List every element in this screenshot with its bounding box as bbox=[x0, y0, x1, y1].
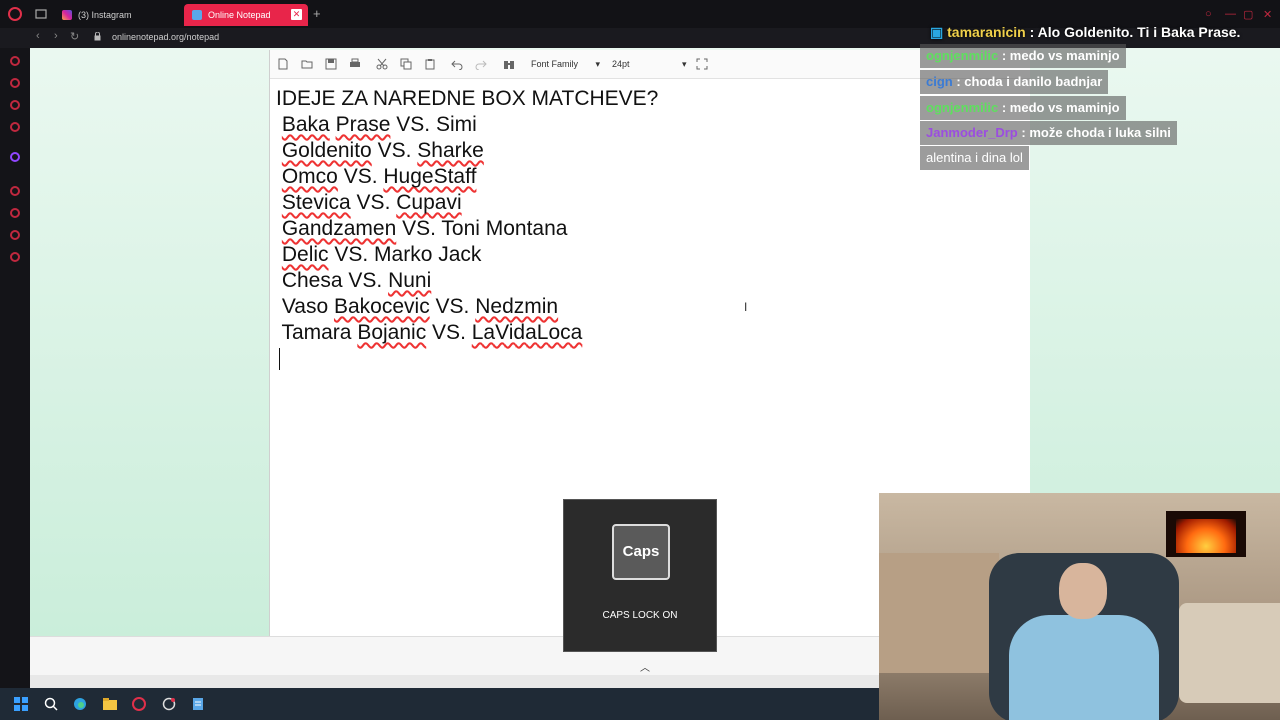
text-cursor-line bbox=[276, 346, 1016, 372]
font-size-select[interactable]: 24pt ▾ bbox=[612, 59, 687, 70]
chat-user: tamaranicin bbox=[947, 24, 1026, 40]
text-line: Baka Prase VS. Simi bbox=[281, 113, 477, 136]
tab-label: Online Notepad bbox=[208, 10, 271, 20]
search-icon[interactable]: ○ bbox=[1205, 8, 1212, 20]
tab-instagram[interactable]: (3) Instagram bbox=[54, 4, 182, 26]
opera-logo-icon[interactable] bbox=[8, 7, 22, 21]
edge-icon[interactable] bbox=[73, 697, 87, 711]
url-field[interactable]: onlinenotepad.org/notepad bbox=[112, 32, 219, 42]
chat-user: cign bbox=[926, 74, 953, 89]
sidebar-settings-icon[interactable] bbox=[10, 252, 20, 262]
text-line: Delic VS. Marko Jack bbox=[281, 243, 482, 266]
redo-icon[interactable] bbox=[475, 58, 487, 70]
streamer-body bbox=[1009, 615, 1159, 720]
chat-text: choda i danilo badnjar bbox=[964, 74, 1103, 89]
new-file-icon[interactable] bbox=[277, 58, 289, 70]
save-icon[interactable] bbox=[325, 58, 337, 70]
file-explorer-icon[interactable] bbox=[103, 697, 117, 711]
new-tab-icon[interactable]: + bbox=[313, 7, 321, 20]
chat-user: ognjenmilic bbox=[926, 100, 999, 115]
windows-start-icon[interactable] bbox=[14, 697, 28, 711]
text-line: Stevica VS. Cupavi bbox=[281, 191, 462, 214]
chat-message: alentina i dina lol bbox=[920, 146, 1029, 170]
chat-user: ognjenmilic bbox=[926, 48, 999, 63]
scroll-up-chevron-icon[interactable]: ︿ bbox=[640, 659, 650, 674]
find-icon[interactable] bbox=[503, 58, 515, 70]
chat-message: cign : choda i danilo badnjar bbox=[920, 70, 1109, 94]
chat-text: Alo Goldenito. Ti i Baka Prase. bbox=[1037, 24, 1241, 40]
lock-icon bbox=[94, 32, 101, 41]
text-caret bbox=[279, 348, 280, 371]
ibeam-cursor-icon: I bbox=[744, 300, 748, 314]
text-line: Goldenito VS. Sharke bbox=[281, 139, 484, 162]
browser-sidebar bbox=[0, 48, 30, 688]
chat-text: alentina i dina lol bbox=[926, 150, 1023, 165]
open-file-icon[interactable] bbox=[301, 58, 313, 70]
caps-lock-status: CAPS LOCK ON bbox=[602, 610, 678, 621]
taskbar-search-icon[interactable] bbox=[44, 697, 58, 711]
stream-chat-overlay: ▣ tamaranicin : Alo Goldenito. Ti i Baka… bbox=[920, 20, 1280, 170]
forward-icon[interactable]: › bbox=[54, 30, 58, 42]
caps-key-icon: Caps bbox=[612, 524, 670, 580]
chat-message: Janmoder_Drp : može choda i luka silni bbox=[920, 121, 1177, 145]
opera-gx-icon[interactable] bbox=[162, 697, 176, 711]
fireplace bbox=[1166, 511, 1246, 557]
text-line: Tamara Bojanic VS. LaVidaLoca bbox=[276, 321, 583, 344]
sidebar-downloads-icon[interactable] bbox=[10, 230, 20, 240]
print-icon[interactable] bbox=[349, 58, 361, 70]
editor-text-area[interactable]: IDEJE ZA NAREDNE BOX MATCHEVE? Baka Pras… bbox=[276, 86, 1016, 372]
chat-message: ▣ tamaranicin : Alo Goldenito. Ti i Baka… bbox=[930, 24, 1241, 40]
kitchen-cabinet bbox=[879, 553, 999, 673]
text-line: IDEJE ZA NAREDNE BOX MATCHEVE? bbox=[276, 87, 659, 110]
sidebar-shop-icon[interactable] bbox=[10, 78, 20, 88]
close-tab-icon[interactable]: ✕ bbox=[291, 9, 302, 20]
chat-text: može choda i luka silni bbox=[1029, 125, 1171, 140]
reload-icon[interactable]: ↻ bbox=[70, 30, 79, 43]
text-line: Gandzamen VS. Toni Montana bbox=[281, 217, 568, 240]
fullscreen-icon[interactable] bbox=[696, 58, 708, 70]
undo-icon[interactable] bbox=[451, 58, 463, 70]
editor-toolbar: Font Family ▾ 24pt ▾ bbox=[270, 50, 1030, 79]
chat-text: medo vs maminjo bbox=[1009, 100, 1120, 115]
opera-taskbar-icon[interactable] bbox=[132, 697, 146, 711]
cut-icon[interactable] bbox=[376, 58, 388, 70]
chat-message: ognjenmilic : medo vs maminjo bbox=[920, 96, 1126, 120]
webcam-feed bbox=[879, 493, 1280, 720]
sidebar-whatsapp-icon[interactable] bbox=[10, 122, 20, 132]
horizontal-scrollbar[interactable] bbox=[30, 675, 879, 688]
sidebar-player-icon[interactable] bbox=[10, 186, 20, 196]
copy-icon[interactable] bbox=[400, 58, 412, 70]
font-family-select[interactable]: Font Family ▾ bbox=[531, 59, 600, 70]
sidebar-home-icon[interactable] bbox=[10, 56, 20, 66]
chat-message: ognjenmilic : medo vs maminjo bbox=[920, 44, 1126, 68]
tab-label: (3) Instagram bbox=[78, 10, 132, 20]
streamer-head bbox=[1059, 563, 1107, 619]
minimize-icon[interactable]: — bbox=[1225, 8, 1236, 20]
text-line: Vaso Bakocevic VS. Nedzmin bbox=[276, 295, 559, 318]
notepad-favicon-icon bbox=[192, 10, 202, 20]
tab-online-notepad[interactable]: Online Notepad ✕ bbox=[184, 4, 308, 26]
instagram-icon bbox=[62, 10, 72, 20]
back-icon[interactable]: ‹ bbox=[36, 30, 40, 42]
sidebar-twitch-icon[interactable] bbox=[10, 152, 20, 162]
fire bbox=[1176, 519, 1236, 553]
tv-icon: ▣ bbox=[930, 24, 948, 40]
tab-overview-icon[interactable] bbox=[35, 8, 47, 20]
text-line: Chesa VS. Nuni bbox=[276, 269, 432, 292]
sidebar-history-icon[interactable] bbox=[10, 208, 20, 218]
notepad-taskbar-icon[interactable] bbox=[191, 697, 205, 711]
caps-lock-overlay: Caps CAPS LOCK ON bbox=[563, 499, 717, 652]
chat-text: medo vs maminjo bbox=[1009, 48, 1120, 63]
sofa bbox=[1179, 603, 1280, 703]
chat-user: Janmoder_Drp bbox=[926, 125, 1018, 140]
paste-icon[interactable] bbox=[424, 58, 436, 70]
text-line: Omco VS. HugeStaff bbox=[281, 165, 477, 188]
page-footer bbox=[30, 636, 879, 676]
sidebar-messenger-icon[interactable] bbox=[10, 100, 20, 110]
